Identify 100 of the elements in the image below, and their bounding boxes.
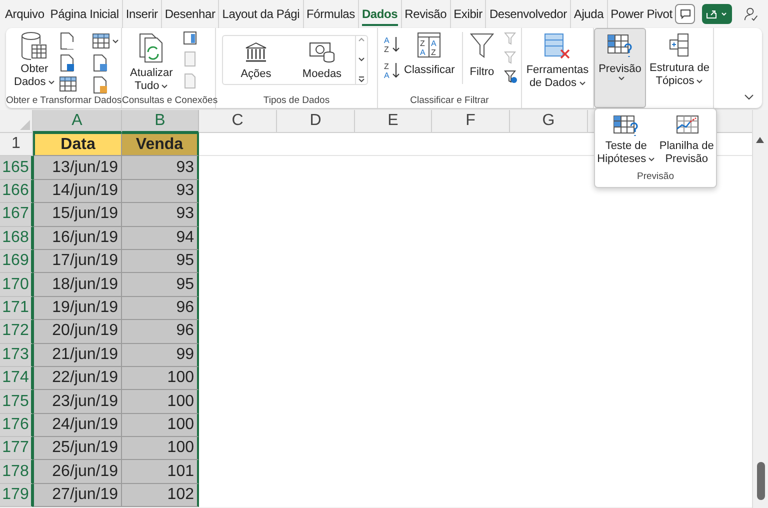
header-cell: Venda xyxy=(122,133,199,156)
caret-icon xyxy=(578,80,586,86)
caret-icon xyxy=(648,156,656,162)
value-cell: 101 xyxy=(122,460,199,484)
corner-triangle-icon xyxy=(20,120,30,130)
header-cell: Data xyxy=(33,133,122,156)
table-question-icon xyxy=(613,115,640,137)
scroll-up-icon[interactable] xyxy=(756,137,764,143)
row-number[interactable]: 173 xyxy=(0,344,33,367)
row-number[interactable]: 169 xyxy=(0,250,33,274)
group-caption: Previsão xyxy=(636,170,675,184)
dropdown-option[interactable]: Teste de Hipóteses xyxy=(597,115,656,166)
comments-button[interactable] xyxy=(675,4,696,24)
group-caption: Classificar e Filtrar xyxy=(409,94,490,108)
reapply-filter-icon xyxy=(504,51,518,65)
date-cell: 26/jun/19 xyxy=(33,460,122,484)
table-delete-icon xyxy=(543,32,572,60)
value-cell: 93 xyxy=(122,180,199,204)
table-question-icon xyxy=(606,33,634,59)
sort-button[interactable]: Z A A Z Classificar xyxy=(404,32,455,78)
caret-icon xyxy=(696,78,704,84)
value-cell: 102 xyxy=(122,484,199,508)
date-cell: 15/jun/19 xyxy=(33,203,122,227)
get-data-button[interactable]: Obter Dados xyxy=(14,31,55,89)
row-number[interactable]: 166 xyxy=(0,180,33,204)
scroll-up-icon[interactable] xyxy=(358,37,365,42)
data-type-button[interactable]: Moedas xyxy=(289,36,355,84)
column-header[interactable]: A xyxy=(33,110,122,133)
value-cell: 95 xyxy=(122,273,199,297)
properties-icon xyxy=(182,51,197,67)
link-document-icon xyxy=(182,73,197,89)
caret-icon xyxy=(618,76,624,81)
value-cell: 93 xyxy=(122,156,199,180)
date-cell: 24/jun/19 xyxy=(33,414,122,438)
value-cell: 100 xyxy=(122,414,199,438)
date-cell: 27/jun/19 xyxy=(33,484,122,508)
date-cell: 22/jun/19 xyxy=(33,366,122,390)
date-cell: 23/jun/19 xyxy=(33,390,122,414)
row-number[interactable]: 167 xyxy=(0,203,33,227)
expand-gallery-icon[interactable] xyxy=(358,76,365,83)
vertical-scrollbar[interactable] xyxy=(752,110,768,508)
value-cell: 100 xyxy=(122,390,199,414)
funnel-icon xyxy=(470,33,494,59)
refresh-all-button[interactable]: Atualizar Tudo xyxy=(130,31,173,93)
outline-button[interactable]: Estrutura de Tópicos xyxy=(650,32,710,88)
bank-icon xyxy=(244,41,268,63)
group-caption: Tipos de Dados xyxy=(262,94,331,108)
row-number[interactable]: 174 xyxy=(0,366,33,390)
ribbon-tab[interactable]: Página Inicial xyxy=(47,0,122,28)
advanced-filter-icon[interactable] xyxy=(504,70,518,84)
table-icon xyxy=(92,33,110,49)
row-number[interactable]: 172 xyxy=(0,320,33,344)
row-number[interactable]: 165 xyxy=(0,156,33,180)
value-cell: 100 xyxy=(122,437,199,460)
caret-icon xyxy=(48,80,55,85)
caret-icon xyxy=(112,38,119,44)
date-cell: 17/jun/19 xyxy=(33,250,122,274)
row-number[interactable]: 179 xyxy=(0,484,33,508)
row-number[interactable]: 171 xyxy=(0,296,33,320)
date-cell: 19/jun/19 xyxy=(33,296,122,320)
data-type-button[interactable]: Ações xyxy=(223,36,289,84)
scroll-down-icon[interactable] xyxy=(358,56,365,62)
dropdown-option[interactable]: Planilha de Previsão xyxy=(659,115,714,166)
column-header[interactable]: B xyxy=(122,110,199,133)
collapse-ribbon-icon[interactable] xyxy=(744,94,754,100)
date-cell: 14/jun/19 xyxy=(33,180,122,204)
group-caption: Consultas e Conexões xyxy=(122,94,215,108)
group-caption: Obter e Transformar Dados xyxy=(6,94,121,108)
share-icon xyxy=(706,9,718,19)
database-icon xyxy=(20,31,48,61)
ribbon-tab[interactable]: Arquivo xyxy=(2,0,48,28)
comment-icon xyxy=(680,9,691,19)
pane-icon[interactable] xyxy=(182,31,197,45)
date-cell: 20/jun/19 xyxy=(33,320,122,344)
value-cell: 96 xyxy=(122,320,199,344)
data-tools-button[interactable]: Ferramentas de Dados xyxy=(526,32,589,90)
forecast-button[interactable]: Previsão xyxy=(594,28,646,108)
date-cell: 16/jun/19 xyxy=(33,226,122,250)
person-icon[interactable] xyxy=(744,6,758,22)
value-cell: 100 xyxy=(122,366,199,390)
caret-icon xyxy=(721,12,728,16)
scrollbar-thumb[interactable] xyxy=(757,462,765,500)
document-icon xyxy=(92,54,108,72)
date-cell: 25/jun/19 xyxy=(33,437,122,460)
sort-dialog-icon: Z A A Z xyxy=(417,32,442,58)
row-number[interactable]: 1 xyxy=(0,133,33,156)
row-number[interactable]: 175 xyxy=(0,390,33,414)
document-icon xyxy=(92,76,108,94)
row-number[interactable]: 177 xyxy=(0,437,33,460)
table-icon xyxy=(58,76,77,92)
filter-button[interactable]: Filtro xyxy=(470,32,494,80)
clear-filter-icon xyxy=(504,32,518,46)
caret-icon xyxy=(161,84,168,89)
value-cell: 93 xyxy=(122,203,199,227)
share-button[interactable] xyxy=(702,4,732,24)
row-number[interactable]: 176 xyxy=(0,414,33,438)
row-number[interactable]: 168 xyxy=(0,226,33,250)
date-cell: 13/jun/19 xyxy=(33,156,122,180)
row-number[interactable]: 178 xyxy=(0,460,33,484)
row-number[interactable]: 170 xyxy=(0,273,33,297)
